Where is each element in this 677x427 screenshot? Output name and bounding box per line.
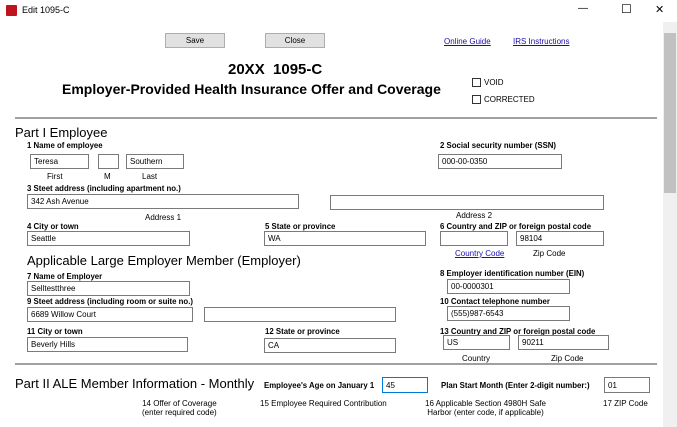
age-input[interactable] xyxy=(382,377,428,393)
state-label: 5 State or province xyxy=(265,221,336,231)
employer-street-label: 9 Steet address (including room or suite… xyxy=(27,296,193,306)
void-checkbox[interactable]: VOID xyxy=(472,78,504,88)
name-label: 1 Name of employee xyxy=(27,140,103,150)
close-button[interactable]: Close xyxy=(265,33,325,48)
address2-input[interactable] xyxy=(330,195,604,210)
plan-start-input[interactable] xyxy=(604,377,650,393)
divider xyxy=(15,117,657,119)
employer-city-input[interactable] xyxy=(27,337,188,352)
country-input[interactable] xyxy=(440,231,508,246)
employer-address2-input[interactable] xyxy=(204,307,396,322)
maximize-button[interactable]: ☐ xyxy=(621,2,632,16)
minimize-button[interactable]: — xyxy=(578,3,588,14)
city-label: 4 City or town xyxy=(27,221,79,231)
employer-state-input[interactable] xyxy=(264,338,396,353)
zip-input[interactable] xyxy=(516,231,604,246)
phone-input[interactable] xyxy=(447,306,570,321)
state-input[interactable] xyxy=(264,231,426,246)
form-subtitle: Employer-Provided Health Insurance Offer… xyxy=(62,81,441,97)
part2-title: Part II ALE Member Information - Monthly xyxy=(15,376,255,391)
phone-label: 10 Contact telephone number xyxy=(440,296,550,306)
col-17-header: 17 ZIP Code xyxy=(603,399,648,408)
age-label: Employee's Age on January 1 xyxy=(264,380,375,390)
save-button[interactable]: Save xyxy=(165,33,225,48)
employer-state-label: 12 State or province xyxy=(265,326,340,336)
middle-caption: M xyxy=(104,172,111,181)
part1-title: Part I Employee xyxy=(15,125,108,140)
employer-city-label: 11 City or town xyxy=(27,326,83,336)
zip-label: 6 Country and ZIP or foreign postal code xyxy=(440,221,592,231)
middle-initial-input[interactable] xyxy=(98,154,119,169)
employer-address1-input[interactable] xyxy=(27,307,193,322)
app-icon xyxy=(6,5,17,16)
address1-caption: Address 1 xyxy=(145,213,182,222)
scroll-thumb[interactable] xyxy=(664,33,676,193)
online-guide-link[interactable]: Online Guide xyxy=(444,37,491,46)
ein-label: 8 Employer identification number (EIN) xyxy=(440,268,585,278)
plan-start-label: Plan Start Month (Enter 2-digit number:) xyxy=(441,380,590,390)
close-window-button[interactable]: ✕ xyxy=(655,3,664,16)
form-title: 20XX 1095-C xyxy=(228,61,323,78)
window-title: Edit 1095-C xyxy=(22,5,70,15)
last-name-input[interactable] xyxy=(126,154,184,169)
employer-country-input[interactable] xyxy=(443,335,510,350)
col-15-header: 15 Employee Required Contribution xyxy=(260,399,387,408)
col-16-header: 16 Applicable Section 4980H Safe Harbor (… xyxy=(425,399,546,417)
employer-name-input[interactable] xyxy=(27,281,190,296)
ssn-input[interactable] xyxy=(438,154,562,169)
ein-input[interactable] xyxy=(447,279,570,294)
employer-zip-caption: Zip Code xyxy=(551,354,584,363)
address1-input[interactable] xyxy=(27,194,299,209)
country-code-link[interactable]: Country Code xyxy=(455,249,504,258)
zip-caption: Zip Code xyxy=(533,249,566,258)
first-caption: First xyxy=(47,172,63,181)
employer-name-label: 7 Name of Employer xyxy=(27,271,103,281)
ssn-label: 2 Social security number (SSN) xyxy=(440,140,557,150)
address2-caption: Address 2 xyxy=(456,211,493,220)
employer-title: Applicable Large Employer Member (Employ… xyxy=(27,253,301,268)
divider xyxy=(15,363,657,365)
col-14-header: 14 Offer of Coverage (enter required code… xyxy=(142,399,217,417)
first-name-input[interactable] xyxy=(30,154,89,169)
vertical-scrollbar[interactable] xyxy=(663,22,677,427)
last-caption: Last xyxy=(142,172,158,181)
employer-zip-input[interactable] xyxy=(518,335,609,350)
irs-instructions-link[interactable]: IRS Instructions xyxy=(513,37,569,46)
employer-country-caption: Country xyxy=(462,354,491,363)
corrected-checkbox[interactable]: CORRECTED xyxy=(472,95,535,105)
street-label: 3 Steet address (including apartment no.… xyxy=(27,183,181,193)
city-input[interactable] xyxy=(27,231,190,246)
